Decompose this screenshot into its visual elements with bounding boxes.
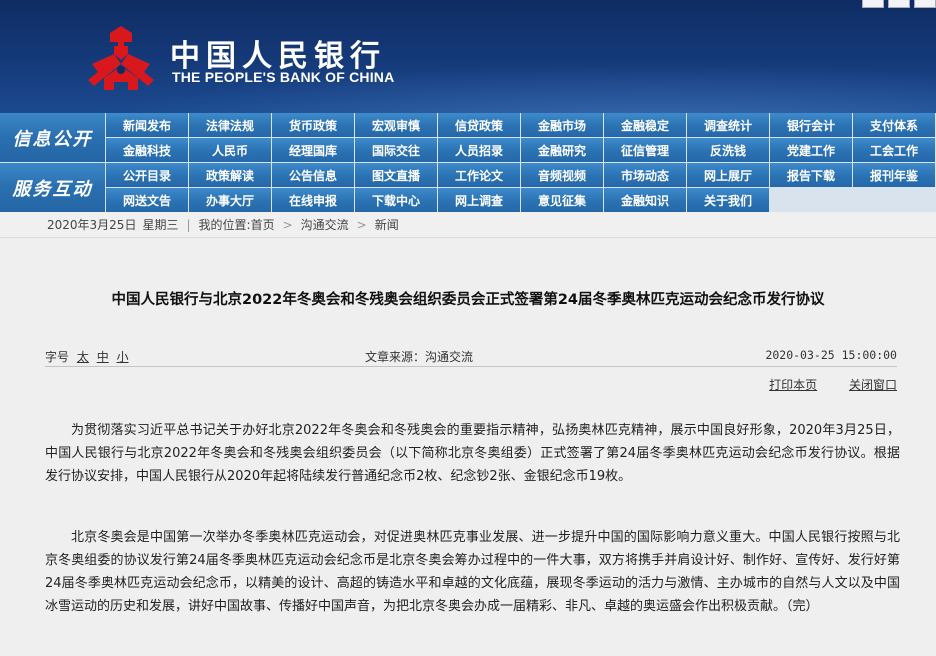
nav-info-item[interactable]: 货币政策 [272, 113, 354, 137]
nav-info-item[interactable]: 法律法规 [189, 113, 271, 137]
nav-service-row: 网送文告 办事大厅 在线申报 下载中心 网上调查 意见征集 金融知识 关于我们 [106, 188, 936, 212]
home-icon[interactable] [862, 0, 884, 8]
nav-info-rows: 新闻发布 法律法规 货币政策 宏观审慎 信贷政策 金融市场 金融稳定 调查统计 银行会计 支付体系… [106, 113, 936, 162]
nav-info-row: 新闻发布 法律法规 货币政策 宏观审慎 信贷政策 金融市场 金融稳定 调查统计 银行会计 支付体系 [106, 113, 936, 137]
close-window-link[interactable]: 关闭窗口 [849, 378, 897, 392]
nav-service-label: 服务互动 [0, 163, 106, 212]
breadcrumb-arrow: > [356, 217, 367, 232]
nav-info-item[interactable]: 工会工作 [853, 138, 935, 162]
breadcrumb-arrow: > [282, 217, 293, 232]
article-paragraph: 为贯彻落实习近平总书记关于办好北京2022年冬奥会和冬残奥会的重要指示精神，弘扬… [45, 423, 900, 484]
location-label: 我的位置: [198, 218, 251, 232]
nav-info-item[interactable]: 党建工作 [770, 138, 852, 162]
breadcrumb-section-link[interactable]: 沟通交流 [301, 216, 349, 233]
site-header: 中国人民银行 THE PEOPLE'S BANK OF CHINA [0, 0, 936, 113]
breadcrumb-current-link[interactable]: 新闻 [375, 216, 399, 233]
breadcrumb-separator: | [186, 217, 191, 232]
article-actions: 打印本页 关闭窗口 [741, 376, 897, 393]
main-navigation: 信息公开 新闻发布 法律法规 货币政策 宏观审慎 信贷政策 金融市场 金融稳定 调查统计 银行会… [0, 113, 936, 212]
nav-service-item[interactable]: 公告信息 [272, 163, 354, 187]
nav-info-item[interactable]: 人员招录 [438, 138, 520, 162]
nav-service-item[interactable]: 报告下载 [770, 163, 852, 187]
breadcrumb-home-link[interactable]: 首页 [251, 216, 275, 233]
nav-info-item[interactable]: 调查统计 [687, 113, 769, 137]
english-icon[interactable] [914, 0, 936, 8]
nav-service-item[interactable]: 音频视频 [521, 163, 603, 187]
nav-info-label: 信息公开 [0, 113, 106, 162]
nav-info-item[interactable]: 信贷政策 [438, 113, 520, 137]
nav-service-item[interactable]: 市场动态 [604, 163, 686, 187]
nav-service-item[interactable]: 办事大厅 [189, 188, 271, 212]
nav-service-item[interactable]: 在线申报 [272, 188, 354, 212]
font-size-small-link[interactable]: 小 [117, 350, 129, 364]
print-page-link[interactable]: 打印本页 [769, 378, 817, 392]
nav-info-item[interactable]: 金融市场 [521, 113, 603, 137]
nav-info-item[interactable]: 金融稳定 [604, 113, 686, 137]
nav-service-item[interactable]: 网上调查 [438, 188, 520, 212]
article-area: 中国人民银行与北京2022年冬奥会和冬残奥会组织委员会正式签署第24届冬季奥林匹… [0, 238, 936, 656]
current-weekday: 星期三 [142, 218, 179, 232]
nav-service-rows: 公开目录 政策解读 公告信息 图文直播 工作论文 音频视频 市场动态 网上展厅 报告下载 报刊年鉴… [106, 163, 936, 212]
nav-info-item[interactable]: 新闻发布 [106, 113, 188, 137]
nav-info-item[interactable]: 支付体系 [853, 113, 935, 137]
nav-info-item[interactable]: 金融研究 [521, 138, 603, 162]
article-title: 中国人民银行与北京2022年冬奥会和冬残奥会组织委员会正式签署第24届冬季奥林匹… [111, 292, 825, 308]
nav-service-item[interactable]: 公开目录 [106, 163, 188, 187]
nav-info-item[interactable]: 经理国库 [272, 138, 354, 162]
header-corner-icons [858, 0, 936, 8]
nav-service-row: 公开目录 政策解读 公告信息 图文直播 工作论文 音频视频 市场动态 网上展厅 报告下载 报刊年鉴 [106, 163, 936, 187]
nav-service-item[interactable]: 政策解读 [189, 163, 271, 187]
font-size-large-link[interactable]: 太 [77, 350, 89, 364]
breadcrumb: 2020年3月25日 星期三 | 我的位置: 首页 > 沟通交流 > 新闻 [0, 212, 936, 238]
article-date: 2020-03-25 15:00:00 [765, 348, 897, 362]
nav-service-item[interactable]: 意见征集 [521, 188, 603, 212]
nav-service-item[interactable]: 关于我们 [687, 188, 769, 212]
nav-info-item[interactable]: 宏观审慎 [355, 113, 437, 137]
current-date: 2020年3月25日 [47, 218, 137, 232]
font-size-control: 字号 太 中 小 [45, 348, 129, 365]
favorite-icon[interactable] [888, 0, 910, 8]
nav-service-item[interactable]: 图文直播 [355, 163, 437, 187]
nav-info-item[interactable]: 国际交往 [355, 138, 437, 162]
logo-english-name[interactable]: THE PEOPLE'S BANK OF CHINA [172, 69, 394, 85]
nav-service-item[interactable]: 网送文告 [106, 188, 188, 212]
nav-info-block: 信息公开 新闻发布 法律法规 货币政策 宏观审慎 信贷政策 金融市场 金融稳定 调查统计 银行会… [0, 113, 936, 162]
article-meta: 字号 太 中 小 文章来源：沟通交流 2020-03-25 15:00:00 [45, 347, 897, 367]
nav-service-item[interactable]: 网上展厅 [687, 163, 769, 187]
nav-service-item[interactable]: 报刊年鉴 [853, 163, 935, 187]
nav-info-item[interactable]: 反洗钱 [687, 138, 769, 162]
font-size-medium-link[interactable]: 中 [97, 350, 109, 364]
article-source: 文章来源：沟通交流 [365, 350, 474, 364]
nav-info-item[interactable]: 金融科技 [106, 138, 188, 162]
nav-info-row: 金融科技 人民币 经理国库 国际交往 人员招录 金融研究 征信管理 反洗钱 党建工作 工会工作 [106, 138, 936, 162]
nav-info-item[interactable]: 征信管理 [604, 138, 686, 162]
nav-service-item[interactable]: 金融知识 [604, 188, 686, 212]
font-size-label: 字号 [45, 350, 70, 364]
nav-service-item[interactable]: 工作论文 [438, 163, 520, 187]
nav-info-item[interactable]: 银行会计 [770, 113, 852, 137]
nav-service-block: 服务互动 公开目录 政策解读 公告信息 图文直播 工作论文 音频视频 市场动态 网上展厅 报告下… [0, 163, 936, 212]
nav-service-item[interactable]: 下载中心 [355, 188, 437, 212]
pboc-emblem-icon[interactable] [84, 24, 158, 94]
nav-info-item[interactable]: 人民币 [189, 138, 271, 162]
article-paragraph: 北京冬奥会是中国第一次举办冬季奥林匹克运动会，对促进奥林匹克事业发展、进一步提升… [45, 530, 900, 614]
